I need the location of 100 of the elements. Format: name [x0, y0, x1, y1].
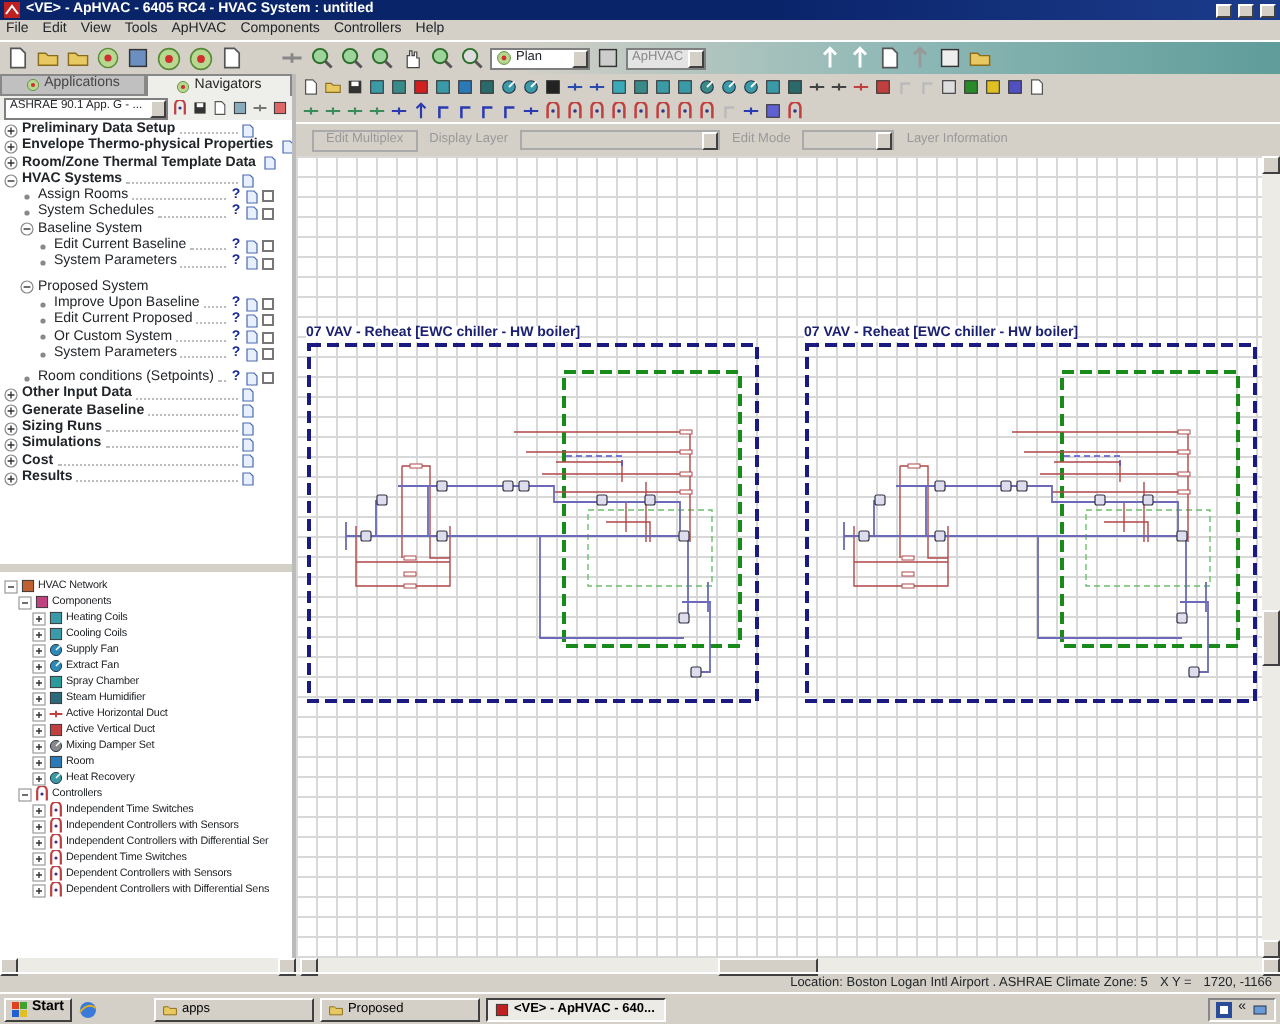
- square-icon[interactable]: [1006, 77, 1024, 95]
- expand-icon[interactable]: [4, 139, 18, 154]
- square-icon[interactable]: [48, 674, 64, 690]
- cross-icon[interactable]: [522, 101, 540, 119]
- arch-icon[interactable]: [48, 850, 64, 866]
- expand-icon[interactable]: [32, 627, 46, 641]
- arch-icon[interactable]: [588, 101, 606, 119]
- square-icon[interactable]: [126, 46, 150, 70]
- close-button[interactable]: [1260, 3, 1276, 17]
- expand-icon[interactable]: [4, 421, 18, 436]
- fan-icon[interactable]: [48, 770, 64, 786]
- page-icon[interactable]: [220, 46, 244, 70]
- arch-icon[interactable]: [654, 101, 672, 119]
- arch-icon[interactable]: [48, 834, 64, 850]
- expand-icon[interactable]: [4, 123, 18, 138]
- expand-icon[interactable]: [32, 723, 46, 737]
- checkbox[interactable]: [262, 240, 274, 253]
- cross-icon[interactable]: [852, 77, 870, 95]
- expand-icon[interactable]: [4, 437, 18, 452]
- network-icon[interactable]: [1252, 1001, 1268, 1017]
- folder-icon[interactable]: [36, 46, 60, 70]
- square-icon[interactable]: [478, 77, 496, 95]
- collapse-icon[interactable]: [18, 595, 32, 609]
- magnifier-icon[interactable]: [340, 46, 364, 70]
- checkbox[interactable]: [262, 348, 274, 360]
- cross-icon[interactable]: [252, 100, 268, 116]
- cross-icon[interactable]: [566, 77, 584, 95]
- folder-icon[interactable]: [327, 1001, 344, 1017]
- expand-icon[interactable]: [32, 835, 46, 849]
- page-icon[interactable]: [878, 46, 902, 70]
- page-icon[interactable]: [6, 46, 30, 70]
- square-icon[interactable]: [232, 100, 248, 116]
- square-icon[interactable]: [456, 77, 474, 95]
- layer-select[interactable]: [802, 130, 895, 150]
- checkbox[interactable]: [262, 314, 274, 327]
- expand-icon[interactable]: [32, 611, 46, 625]
- fan-icon[interactable]: [742, 77, 760, 95]
- square-icon[interactable]: [764, 77, 782, 95]
- arch-icon[interactable]: [676, 101, 694, 119]
- expand-icon[interactable]: [32, 819, 46, 833]
- expand-icon[interactable]: [32, 675, 46, 689]
- square-icon[interactable]: [544, 77, 562, 95]
- magnifier-icon[interactable]: [310, 46, 334, 70]
- square-icon[interactable]: [874, 77, 892, 95]
- expand-icon[interactable]: [32, 691, 46, 705]
- cross-icon[interactable]: [302, 101, 320, 119]
- square-icon[interactable]: [632, 77, 650, 95]
- expand-icon[interactable]: [32, 659, 46, 673]
- arch-icon[interactable]: [172, 100, 188, 116]
- fan-icon[interactable]: [48, 658, 64, 674]
- arch-icon[interactable]: [632, 101, 650, 119]
- arch-icon[interactable]: [34, 786, 50, 802]
- expand-icon[interactable]: [4, 404, 18, 419]
- arch-icon[interactable]: [566, 101, 584, 119]
- expand-icon[interactable]: [32, 643, 46, 657]
- expand-icon[interactable]: [32, 851, 46, 865]
- expand-icon[interactable]: [4, 454, 18, 469]
- expand-icon[interactable]: [4, 471, 18, 486]
- square-icon[interactable]: [34, 594, 50, 610]
- expand-icon[interactable]: [32, 755, 46, 769]
- horizontal-scrollbar[interactable]: [0, 958, 296, 972]
- magnifier-icon[interactable]: [430, 46, 454, 70]
- arch-icon[interactable]: [786, 101, 804, 119]
- restore-button[interactable]: [1238, 3, 1254, 17]
- cross-icon[interactable]: [368, 101, 386, 119]
- square-icon[interactable]: [412, 77, 430, 95]
- square-icon[interactable]: [786, 77, 804, 95]
- square-icon[interactable]: [48, 626, 64, 642]
- document-icon[interactable]: [242, 123, 254, 138]
- arch-icon[interactable]: [610, 101, 628, 119]
- square-icon[interactable]: [962, 77, 980, 95]
- fan-icon[interactable]: [500, 77, 518, 95]
- square-icon[interactable]: [390, 77, 408, 95]
- target-icon[interactable]: [26, 78, 41, 92]
- square-icon[interactable]: [654, 77, 672, 95]
- arch-icon[interactable]: [48, 882, 64, 898]
- expand-icon[interactable]: [32, 883, 46, 897]
- arrow-icon[interactable]: [412, 101, 430, 119]
- cross-icon[interactable]: [390, 101, 408, 119]
- arch-icon[interactable]: [544, 101, 562, 119]
- square-icon[interactable]: [434, 77, 452, 95]
- square-icon[interactable]: [48, 690, 64, 706]
- magnifier-icon[interactable]: [370, 46, 394, 70]
- square-icon[interactable]: [764, 101, 782, 119]
- cross-icon[interactable]: [324, 101, 342, 119]
- fan-icon[interactable]: [48, 738, 64, 754]
- expand-icon[interactable]: [32, 803, 46, 817]
- minimize-button[interactable]: [1216, 3, 1232, 17]
- square-icon[interactable]: [610, 77, 628, 95]
- checkbox[interactable]: [262, 298, 274, 311]
- collapse-icon[interactable]: [4, 579, 18, 593]
- expand-icon[interactable]: [4, 388, 18, 403]
- folder-icon[interactable]: [66, 46, 90, 70]
- square-icon[interactable]: [272, 100, 288, 116]
- page-icon[interactable]: [212, 100, 228, 116]
- collapse-icon[interactable]: [4, 173, 18, 188]
- square-icon[interactable]: [596, 46, 620, 70]
- checkbox[interactable]: [262, 190, 274, 203]
- expand-icon[interactable]: [32, 771, 46, 785]
- collapse-icon[interactable]: [18, 787, 32, 801]
